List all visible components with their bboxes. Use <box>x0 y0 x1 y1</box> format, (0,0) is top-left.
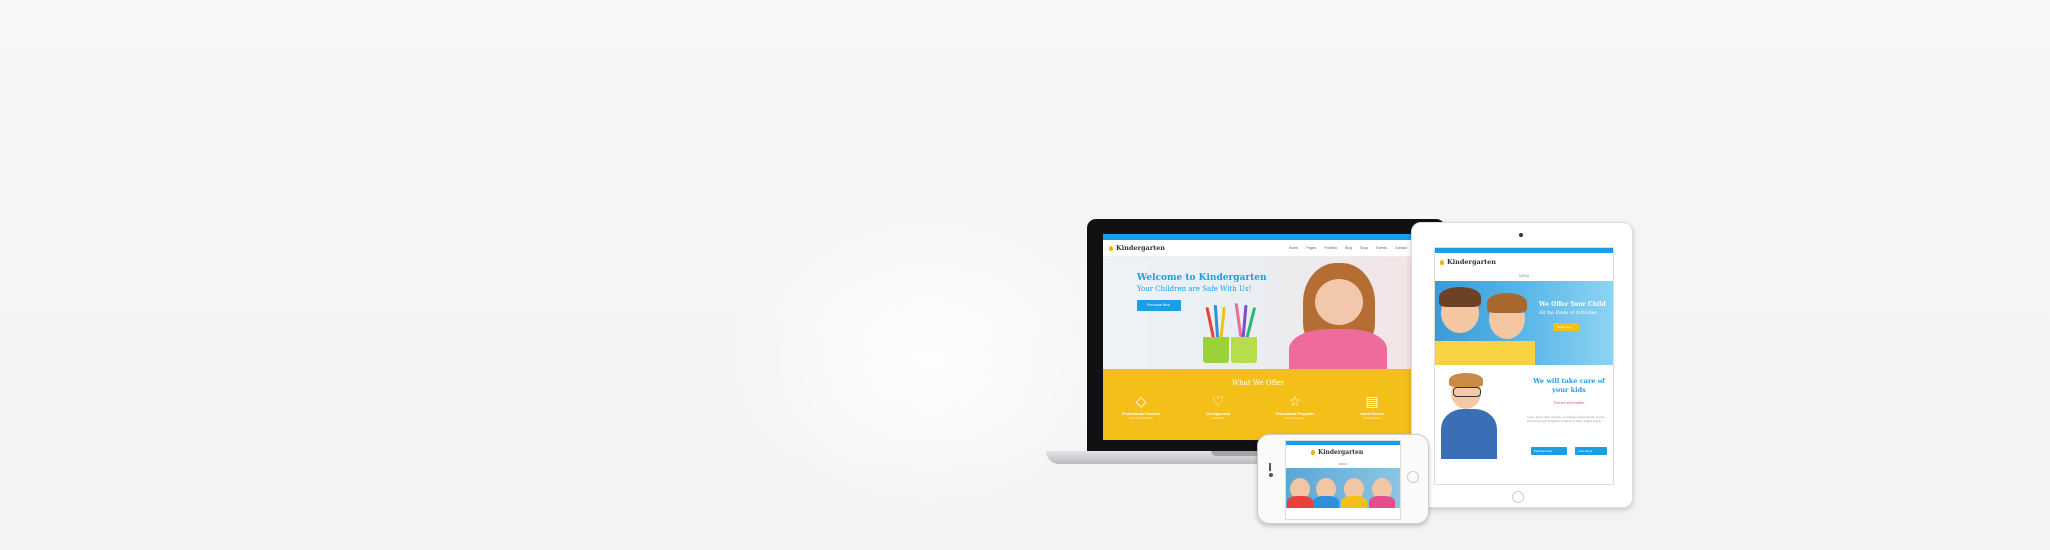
kid-shirt-image <box>1287 496 1313 508</box>
kid-hair-image <box>1439 287 1481 307</box>
laptop-lid: Kindergarten Home Pages Portfolio Blog S… <box>1087 219 1445 451</box>
purchase-button[interactable]: Purchase Now <box>1531 447 1567 455</box>
site-logo[interactable]: Kindergarten <box>1440 258 1496 266</box>
star-icon: ☆ <box>1288 393 1302 409</box>
site-logo[interactable]: Kindergarten <box>1311 449 1363 456</box>
kids-shirts-image <box>1435 341 1535 365</box>
hero-banner <box>1286 468 1400 508</box>
menu-toggle[interactable]: MENU <box>1435 271 1613 281</box>
boy-photo-body <box>1441 409 1497 459</box>
phone-mockup: Kindergarten MENU <box>1257 434 1429 524</box>
book-icon: ▤ <box>1365 393 1379 409</box>
offer-sub: Experienced Staff <box>1129 416 1153 420</box>
site-logo[interactable]: Kindergarten <box>1109 244 1165 252</box>
pencil-image <box>1213 304 1220 340</box>
logo-balloon-icon <box>1311 449 1315 455</box>
offer-item[interactable]: ▤ Latest Events School News <box>1337 393 1407 420</box>
phone-camera <box>1269 473 1273 477</box>
care-text: Lorem ipsum dolor sit amet, consectetur … <box>1527 415 1605 423</box>
offer-sub: Care Plan <box>1211 416 1225 420</box>
offer-sub: For Every Age <box>1285 416 1305 420</box>
hero-title: Welcome to Kindergarten <box>1137 273 1267 283</box>
nav-link[interactable]: Contact <box>1395 246 1407 250</box>
offer-sub: School News <box>1363 416 1381 420</box>
hero-banner: We Offer Your Child All the Kinds of Act… <box>1435 281 1613 365</box>
boy-photo-hair <box>1449 373 1483 387</box>
learn-more-label: Learn More <box>1578 449 1593 453</box>
logo-text: Kindergarten <box>1318 448 1364 456</box>
main-nav: Home Pages Portfolio Blog Shop Events Co… <box>1289 246 1407 250</box>
phone-speaker <box>1269 463 1271 471</box>
purchase-button-label: Purchase Now <box>1534 449 1553 453</box>
site-header: Kindergarten <box>1435 253 1613 271</box>
kid-shirt-image <box>1369 496 1395 508</box>
girl-photo-body <box>1289 329 1387 369</box>
offer-title: What We Offer <box>1231 379 1285 387</box>
site-header: Kindergarten Home Pages Portfolio Blog S… <box>1103 240 1413 257</box>
nav-link[interactable]: Portfolio <box>1324 246 1337 250</box>
read-more-label: Read More <box>1557 325 1572 329</box>
logo-text: Kindergarten <box>1116 244 1165 252</box>
nav-link[interactable]: Events <box>1376 246 1387 250</box>
laptop-screen: Kindergarten Home Pages Portfolio Blog S… <box>1103 234 1413 440</box>
phone-home-button <box>1407 471 1419 483</box>
nav-link[interactable]: Home <box>1289 246 1298 250</box>
tablet-home-button <box>1512 491 1524 503</box>
nav-link[interactable]: Pages <box>1306 246 1316 250</box>
phone-screen: Kindergarten MENU <box>1285 440 1401 520</box>
offer-item[interactable]: ☆ Educational Programs For Every Age <box>1260 393 1330 420</box>
offer-item[interactable]: ♡ Our Approach Care Plan <box>1183 393 1253 420</box>
tablet-mockup: Kindergarten MENU We Offer Your Child Al… <box>1411 222 1633 508</box>
hero-banner: Welcome to Kindergarten Your Children ar… <box>1103 257 1413 369</box>
kid-hair-image <box>1487 293 1527 313</box>
kid-shirt-image <box>1313 496 1339 508</box>
pencil-image <box>1219 306 1226 342</box>
boy-photo-glasses <box>1453 387 1481 397</box>
purchase-button[interactable]: Purchase Now <box>1137 300 1181 311</box>
heart-icon: ♡ <box>1211 393 1225 409</box>
kid-shirt-image <box>1341 496 1367 508</box>
menu-toggle[interactable]: MENU <box>1286 459 1400 468</box>
offer-section: What We Offer ◇ Professional Teachers Ex… <box>1103 369 1413 440</box>
offer-item[interactable]: ◇ Professional Teachers Experienced Staf… <box>1106 393 1176 420</box>
hero-title: We Offer Your Child <box>1539 301 1606 308</box>
girl-photo-face <box>1315 279 1363 325</box>
site-header: Kindergarten <box>1286 445 1400 459</box>
care-subtitle: Precise information <box>1553 401 1585 405</box>
pencil-cup-image <box>1231 337 1257 363</box>
read-more-button[interactable]: Read More <box>1553 323 1579 331</box>
tablet-camera <box>1519 233 1523 237</box>
tablet-screen: Kindergarten MENU We Offer Your Child Al… <box>1434 247 1614 485</box>
purchase-button-label: Purchase Now <box>1147 303 1170 307</box>
care-section: We will take care of your kids Precise i… <box>1435 365 1613 475</box>
hero-subtitle: Your Children are Safe With Us! <box>1137 285 1252 293</box>
pencil-cup-image <box>1203 337 1229 363</box>
care-title: We will take care of your kids <box>1533 377 1605 394</box>
learn-more-button[interactable]: Learn More <box>1575 447 1607 455</box>
nav-link[interactable]: Shop <box>1360 246 1368 250</box>
nav-link[interactable]: Blog <box>1345 246 1352 250</box>
diamond-icon: ◇ <box>1135 393 1147 409</box>
logo-balloon-icon <box>1440 259 1444 265</box>
hero-subtitle: All the Kinds of Activities <box>1539 311 1597 316</box>
logo-balloon-icon <box>1109 245 1113 251</box>
logo-text: Kindergarten <box>1447 258 1496 266</box>
